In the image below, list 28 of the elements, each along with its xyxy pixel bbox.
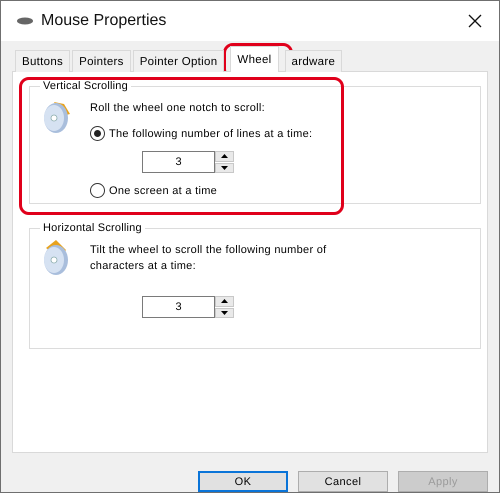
down-arrow-icon	[221, 310, 228, 315]
spin-up-button[interactable]	[215, 151, 234, 162]
tab[interactable]: Pointers	[72, 50, 131, 72]
tab[interactable]: Pointer Option	[132, 50, 224, 72]
dialog-button[interactable]: Cancel	[298, 471, 388, 492]
spin-up-button[interactable]	[215, 296, 234, 306]
radio-option[interactable]: One screen at a time	[90, 183, 312, 198]
radio-button[interactable]	[90, 183, 105, 198]
spin-down-button[interactable]	[215, 308, 234, 318]
dialog-button[interactable]: OK	[198, 471, 288, 492]
tab[interactable]: Buttons	[15, 50, 70, 72]
group-title: Vertical Scrolling	[42, 80, 129, 92]
window-title: Mouse Properties	[41, 12, 168, 30]
instruction-text: Roll the wheel one notch to scroll:	[90, 101, 266, 116]
mouse-icon	[17, 17, 33, 25]
instruction-text: Tilt the wheel to scroll the following number of characters at a time:	[90, 243, 328, 274]
close-icon	[468, 14, 482, 28]
number-field[interactable]: 3	[142, 296, 215, 318]
spin-down-button[interactable]	[215, 162, 234, 173]
up-arrow-icon	[221, 154, 228, 158]
number-field[interactable]: 3	[142, 151, 215, 173]
tab[interactable]: Wheel	[230, 46, 279, 72]
down-arrow-icon	[221, 166, 228, 170]
tab[interactable]: ardware	[284, 50, 342, 72]
radio-option[interactable]: The following number of lines at a time:	[90, 126, 312, 141]
radio-button[interactable]	[90, 126, 105, 141]
up-arrow-icon	[221, 299, 228, 304]
group-title: Horizontal Scrolling	[42, 222, 143, 234]
